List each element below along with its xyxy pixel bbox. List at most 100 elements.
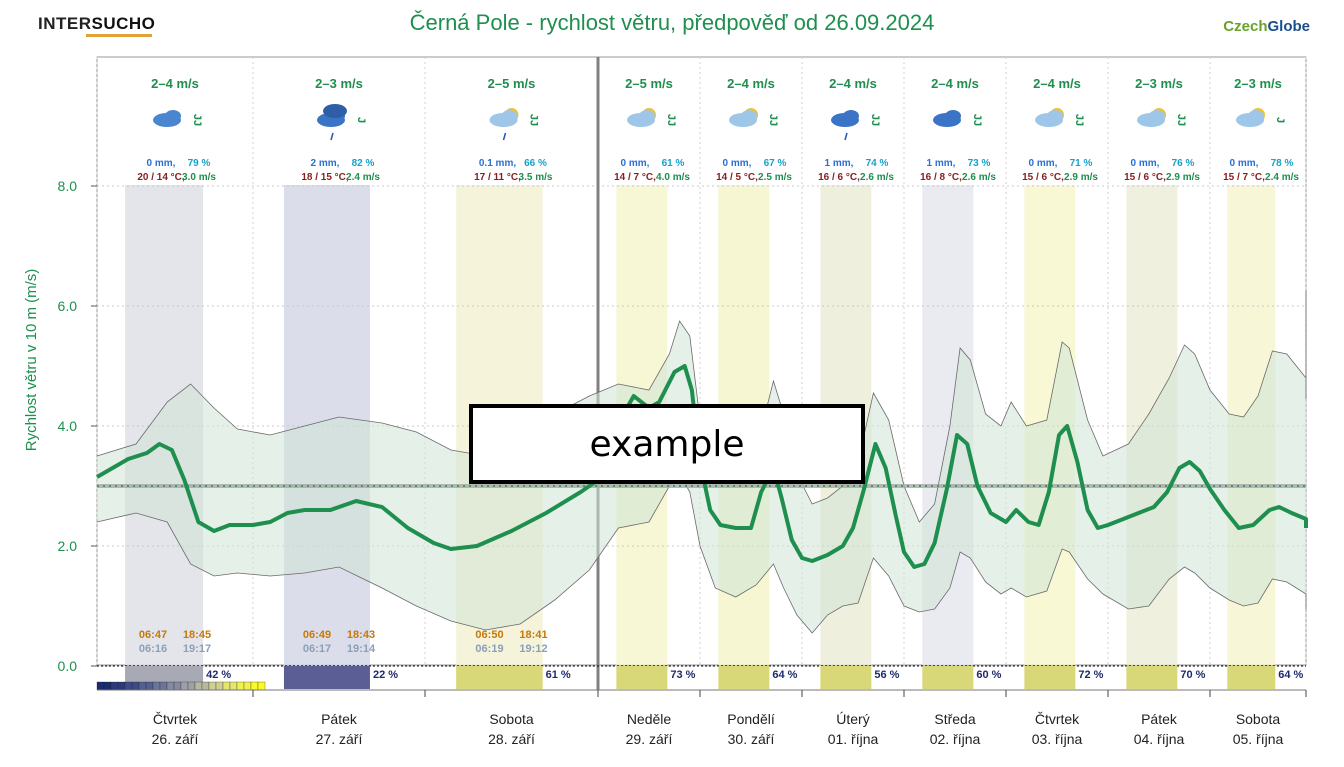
precip-label: 0 mm, [147,158,176,169]
cloud-cover-label: 22 % [373,669,398,681]
cloud-icon [165,110,181,122]
cloud-cover-bar [718,666,770,689]
day-name-label: Pátek [321,711,358,727]
wind-forecast-chart: 0.0 2.0 4.0 6.0 8.0 Rychlost větru v 10 m (m/… [23,56,1308,747]
cloud-cover-label: 70 % [1180,669,1205,681]
humidity-label: 78 % [1271,158,1294,169]
cloud-legend-swatch [236,681,245,691]
humidity-label: 82 % [352,158,375,169]
cloud-cover-label: 61 % [546,669,571,681]
avg-wind-label: 2.4 m/s [346,172,380,183]
cloud-cover-bar [283,666,370,689]
wind-range-label: 2–4 m/s [931,76,979,91]
wind-direction-label: JJ [869,114,881,126]
cloud-icon [323,104,347,118]
day-name-label: Čtvrtek [1035,711,1080,727]
humidity-label: 67 % [764,158,787,169]
avg-wind-label: 2.6 m/s [962,172,996,183]
day-date-label: 04. října [1134,731,1185,747]
example-overlay-label: example [589,423,745,465]
wind-direction-label: JJ [971,114,983,126]
day-date-label: 01. října [828,731,879,747]
avg-wind-label: 3.5 m/s [519,172,553,183]
day-date-label: 03. října [1032,731,1083,747]
wind-direction-label: J [355,117,367,123]
humidity-label: 61 % [662,158,685,169]
precip-label: 1 mm, [825,158,854,169]
cloud-legend-swatch [243,681,252,691]
cloud-cover-label: 72 % [1078,669,1103,681]
sunrise-label: 06:49 [303,629,331,641]
precip-label: 0 mm, [1029,158,1058,169]
sunset-label: 18:43 [347,629,375,641]
temperature-label: 14 / 5 °C, [716,172,758,183]
civil-dusk-label: 19:17 [183,643,211,655]
humidity-label: 73 % [968,158,991,169]
wind-range-label: 2–3 m/s [1135,76,1183,91]
cloud-legend-swatch [166,681,175,691]
precip-label: 0 mm, [723,158,752,169]
cloud-cover-bar [922,666,974,689]
cloud-cover-bar [820,666,872,689]
wind-direction-label: JJ [528,114,540,126]
day-name-label: Úterý [836,711,869,727]
day-name-label: Sobota [1236,711,1281,727]
cloud-legend-swatch [138,681,147,691]
cloud-icon [741,110,757,122]
civil-dusk-label: 19:12 [519,643,547,655]
temperature-label: 15 / 7 °C, [1223,172,1265,183]
cloud-icon [843,110,859,122]
cloud-legend-swatch [110,681,119,691]
day-name-label: Neděle [627,711,672,727]
precip-label: 0.1 mm, [479,158,516,169]
wind-direction-label: JJ [1175,114,1187,126]
day-date-label: 02. října [930,731,981,747]
day-name-label: Pátek [1141,711,1178,727]
cloud-cover-bar [1227,666,1276,689]
cloud-cover-label: 64 % [1278,669,1303,681]
civil-dawn-label: 06:16 [139,643,167,655]
wind-range-label: 2–4 m/s [151,76,199,91]
sunset-label: 18:41 [519,629,547,641]
y-tick-label: 6.0 [58,298,78,314]
y-tick-label: 4.0 [58,418,78,434]
cloud-legend-swatch [117,681,126,691]
temperature-label: 14 / 7 °C, [614,172,656,183]
avg-wind-label: 4.0 m/s [656,172,690,183]
temperature-label: 17 / 11 °C, [474,172,521,183]
temperature-label: 15 / 6 °C, [1124,172,1166,183]
day-date-label: 27. září [316,731,363,747]
avg-wind-label: 2.6 m/s [860,172,894,183]
y-tick-label: 2.0 [58,538,78,554]
y-tick-label: 8.0 [58,178,78,194]
wind-range-label: 2–5 m/s [488,76,536,91]
wind-range-label: 2–3 m/s [1234,76,1282,91]
cloud-legend-swatch [250,681,259,691]
temperature-label: 20 / 14 °C, [137,172,185,183]
civil-dawn-label: 06:17 [303,643,331,655]
cloud-icon [1047,110,1063,122]
cloud-cover-label: 42 % [206,669,231,681]
cloud-legend-swatch [180,681,189,691]
example-overlay-box: example [469,404,865,484]
cloud-cover-label: 56 % [874,669,899,681]
cloud-legend-swatch [103,681,112,691]
cloud-cover-bar [1024,666,1076,689]
wind-range-label: 2–4 m/s [727,76,775,91]
cloud-legend-swatch [152,681,161,691]
humidity-label: 76 % [1172,158,1195,169]
cloud-legend-swatch [222,681,231,691]
sunrise-label: 06:50 [475,629,503,641]
wind-direction-label: JJ [191,114,203,126]
wind-direction-label: JJ [767,114,779,126]
humidity-label: 66 % [524,158,547,169]
day-date-label: 30. září [728,731,775,747]
cloud-cover-label: 60 % [976,669,1001,681]
cloud-legend-swatch [257,681,266,691]
y-axis-label: Rychlost větru v 10 m (m/s) [23,269,40,452]
wind-range-label: 2–4 m/s [1033,76,1081,91]
cloud-legend-swatch [173,681,182,691]
cloud-icon [639,110,655,122]
avg-wind-label: 2.9 m/s [1166,172,1200,183]
avg-wind-label: 2.4 m/s [1265,172,1299,183]
